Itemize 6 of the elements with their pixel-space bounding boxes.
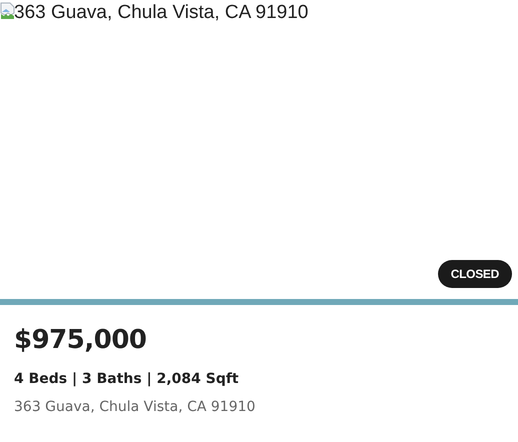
price: $975,000 — [14, 325, 148, 355]
broken-image-icon — [0, 2, 16, 20]
property-details: 4 Beds | 3 Baths | 2,084 Sqft — [14, 371, 240, 387]
image-alt-text: 363 Guava, Chula Vista, CA 91910 — [14, 1, 308, 25]
status-badge: CLOSED — [438, 260, 512, 288]
address: 363 Guava, Chula Vista, CA 91910 — [14, 399, 256, 415]
